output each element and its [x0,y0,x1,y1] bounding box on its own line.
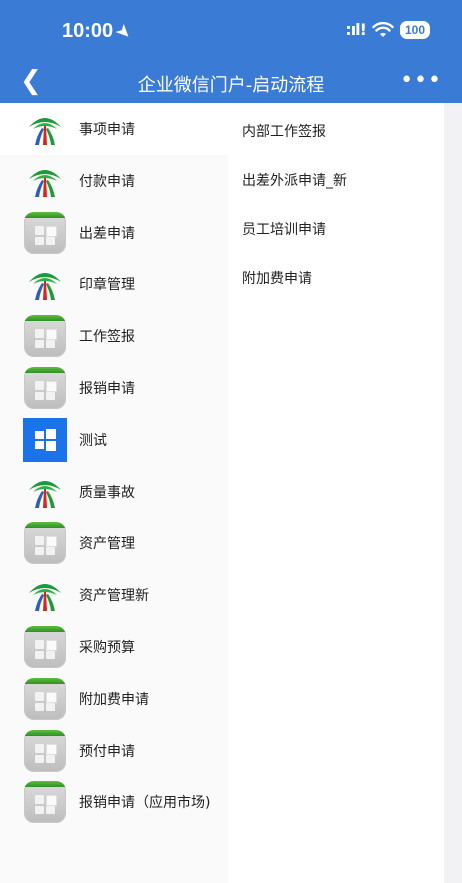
app-generic-icon [23,780,67,824]
category-item[interactable]: 事项申请 [0,103,228,155]
company-logo-icon [23,107,67,151]
app-generic-icon [24,729,66,772]
app-generic-icon [23,521,67,565]
category-item[interactable]: 测试 [0,414,228,466]
right-gutter [444,103,462,883]
category-list: 事项申请付款申请出差申请印章管理工作签报报销申请测试质量事故资产管理资产管理新采… [0,103,228,883]
wifi-icon [372,21,394,38]
category-item[interactable]: 资产管理 [0,517,228,569]
category-label: 资产管理新 [79,588,149,605]
category-item[interactable]: 付款申请 [0,155,228,207]
category-label: 预付申请 [79,743,135,760]
company-logo-icon [23,159,67,203]
more-dots-icon: ••• [400,68,442,93]
category-label: 质量事故 [79,484,135,501]
category-item[interactable]: 资产管理新 [0,569,228,621]
company-logo-icon [23,573,67,617]
category-label: 报销申请 [79,381,135,397]
app-generic-icon [24,626,66,668]
more-button[interactable]: ••• [400,66,442,96]
app-generic-icon [23,677,67,721]
category-item[interactable]: 工作签报 [0,310,228,362]
category-label: 付款申请 [79,173,135,190]
battery-icon: 100 [399,20,430,39]
category-item[interactable]: 报销申请（应用市场) [0,776,228,828]
process-item[interactable]: 内部工作签报 [242,121,326,141]
app-generic-icon [23,729,67,773]
app-generic-icon [24,677,66,720]
nav-bar: ❮ 企业微信门户-启动流程 ••• [0,60,462,103]
app-generic-icon [23,366,67,410]
app-generic-icon [24,781,66,824]
category-label: 出差申请 [79,225,135,242]
location-arrow-icon: ➤ [112,21,135,44]
category-label: 资产管理 [79,536,135,553]
company-logo-icon [23,262,67,306]
category-label: 印章管理 [79,277,135,294]
company-logo-icon [23,470,67,514]
status-bar: 10:00➤ :ıl! 100 [0,0,462,60]
category-item[interactable]: 印章管理 [0,258,228,310]
subitem-list: 内部工作签报出差外派申请_新 员工培训申请 附加费申请 [228,103,444,883]
page-title: 企业微信门户-启动流程 [137,75,325,96]
app-generic-icon [24,315,66,358]
app-generic-icon [24,211,66,254]
app-generic-icon [24,367,66,409]
category-item[interactable]: 出差申请 [0,207,228,259]
app-generic-icon [23,625,67,669]
app-generic-icon [23,314,67,358]
process-item[interactable]: 附加费申请 [242,268,312,288]
category-item[interactable]: 预付申请 [0,725,228,777]
category-label: 报销申请（应用市场) [79,795,211,812]
category-item[interactable]: 采购预算 [0,621,228,673]
process-item[interactable]: 出差外派申请_新 [242,170,347,190]
category-label: 采购预算 [79,640,135,656]
category-label: 附加费申请 [79,691,149,708]
process-item[interactable]: 员工培训申请 [242,219,326,239]
category-item[interactable]: 附加费申请 [0,673,228,725]
status-right: :ıl! 100 [345,20,430,39]
category-item[interactable]: 报销申请 [0,362,228,414]
status-time: 10:00➤ [62,20,134,43]
app-generic-icon [24,522,66,565]
signal-icon: :ıl! [345,20,367,39]
category-label: 工作签报 [79,329,135,346]
windows-icon [23,417,67,462]
windows-icon [23,417,67,462]
category-label: 测试 [79,432,107,449]
category-item[interactable]: 质量事故 [0,466,228,518]
app-generic-icon [23,211,67,255]
time-text: 10:00 [62,20,114,42]
category-label: 事项申请 [79,122,135,138]
